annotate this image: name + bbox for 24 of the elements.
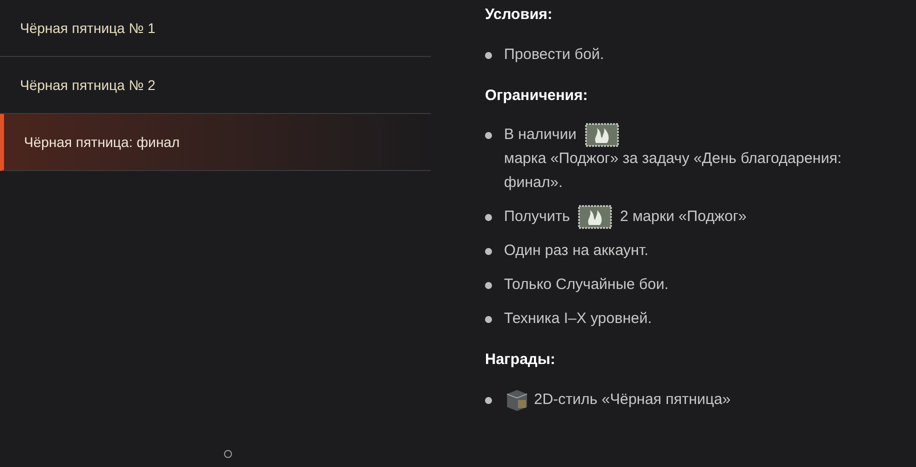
bullet-icon bbox=[485, 132, 492, 139]
bullet-icon bbox=[485, 316, 492, 323]
bullet-icon bbox=[485, 248, 492, 255]
section-heading: Награды: bbox=[485, 350, 556, 370]
condition-text: Провести бой. bbox=[504, 44, 604, 64]
bullet-icon bbox=[485, 214, 492, 221]
condition-text: 2D-стиль «Чёрная пятница» bbox=[534, 390, 731, 410]
condition-text: В наличии bbox=[504, 125, 577, 145]
flame-stamp-icon bbox=[584, 123, 619, 147]
bullet-icon bbox=[485, 282, 492, 289]
menu-item[interactable]: Чёрная пятница № 1 bbox=[0, 0, 431, 57]
crate-icon bbox=[504, 388, 530, 412]
condition-text: марка «Поджог» за задачу «День благодарения: финал». bbox=[504, 149, 843, 193]
bullet-icon bbox=[485, 52, 492, 58]
condition-text: 2 марки «Поджог» bbox=[620, 207, 747, 227]
flame-stamp-icon bbox=[578, 205, 612, 229]
condition-text: Один раз на аккаунт. bbox=[504, 241, 648, 261]
condition-text: Техника I–X уровней. bbox=[504, 309, 652, 329]
section-heading: Ограничения: bbox=[485, 86, 589, 106]
condition-text: Получить bbox=[504, 207, 570, 227]
condition-text: Только Случайные бои. bbox=[504, 275, 668, 295]
bullet-icon bbox=[485, 396, 492, 404]
section-heading: Условия: bbox=[485, 5, 554, 25]
menu-item[interactable]: Чёрная пятница: финал bbox=[0, 114, 431, 171]
